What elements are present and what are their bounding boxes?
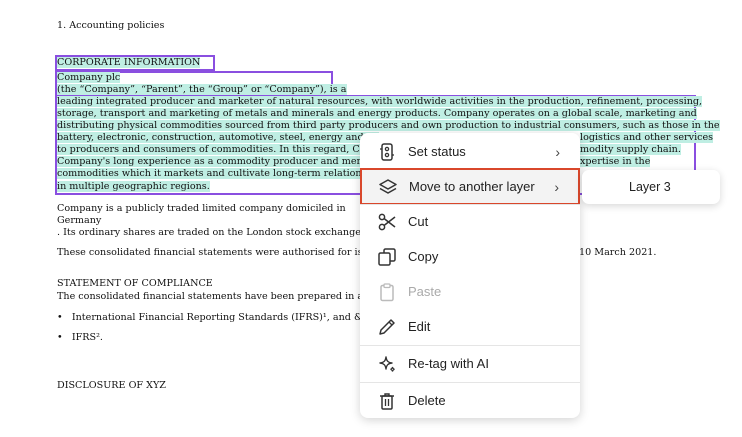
menu-item-delete[interactable]: Delete [360, 383, 580, 418]
domicile-line: . Its ordinary shares are traded on the … [57, 227, 369, 238]
paragraph-line[interactable]: distributing physical commodities source… [57, 120, 720, 132]
menu-item-label: Move to another layer [409, 179, 535, 194]
menu-item-set-status[interactable]: Set status › [360, 134, 580, 169]
menu-item-move-layer[interactable]: Move to another layer › [360, 168, 580, 205]
menu-item-copy[interactable]: Copy [360, 239, 580, 274]
menu-item-label: Paste [408, 284, 442, 299]
bullet-item: • International Financial Reporting Stan… [57, 312, 385, 323]
sparkle-icon [376, 353, 398, 375]
menu-item-paste[interactable]: Paste [360, 274, 580, 309]
paragraph-line[interactable]: storage, transport and marketing of meta… [57, 108, 697, 120]
submenu-item-layer-3[interactable]: Layer 3 [629, 180, 671, 194]
copy-icon [376, 246, 398, 268]
paragraph-line[interactable]: battery, electronic, construction, autom… [57, 132, 379, 144]
disclosure-heading: DISCLOSURE OF XYZ [57, 380, 166, 391]
scissors-icon [376, 211, 398, 233]
chevron-right-icon: › [554, 178, 559, 195]
compliance-text: The consolidated financial statements ha… [57, 291, 380, 302]
paragraph-line[interactable]: in multiple geographic regions. [57, 181, 210, 193]
menu-item-label: Cut [408, 214, 429, 229]
status-icon [376, 141, 398, 163]
company-aliases[interactable]: (the “Company”, “Parent”, the “Group” or… [57, 84, 347, 96]
layers-icon [377, 176, 399, 198]
section-heading: 1. Accounting policies [57, 20, 165, 31]
menu-item-retag-ai[interactable]: Re-tag with AI [360, 346, 580, 381]
menu-item-label: Copy [408, 249, 439, 264]
paragraph-line[interactable]: leading integrated producer and marketer… [57, 96, 703, 108]
trash-icon [376, 390, 398, 412]
domicile-line: Germany [57, 215, 102, 226]
pencil-icon [376, 316, 398, 338]
authorised-line: These consolidated financial statements … [57, 247, 380, 258]
bullet-item: • IFRS². [57, 332, 103, 343]
paragraph-tail[interactable]: modity supply chain. [580, 144, 681, 156]
corporate-heading[interactable]: CORPORATE INFORMATION [57, 57, 201, 69]
menu-item-label: Edit [408, 319, 431, 334]
layer-submenu: Layer 3 [582, 170, 720, 204]
menu-item-label: Set status [408, 144, 466, 159]
company-name[interactable]: Company plc [57, 72, 121, 84]
menu-item-edit[interactable]: Edit [360, 309, 580, 344]
context-menu: Set status › Move to another layer › Cut… [360, 133, 580, 418]
paragraph-tail[interactable]: xpertise in the [580, 156, 651, 168]
authorised-line-end: 10 March 2021. [579, 247, 657, 258]
menu-item-cut[interactable]: Cut [360, 204, 580, 239]
paragraph-line[interactable]: to producers and consumers of commoditie… [57, 144, 381, 156]
paragraph-line[interactable]: commodities which it markets and cultiva… [57, 168, 382, 180]
domicile-line: Company is a publicly traded limited com… [57, 203, 346, 214]
chevron-right-icon: › [555, 143, 560, 160]
paragraph-line[interactable]: Company's long experience as a commodity… [57, 156, 379, 168]
paragraph-tail[interactable]: logistics and other services [580, 132, 714, 144]
compliance-heading: STATEMENT OF COMPLIANCE [57, 278, 213, 289]
clipboard-icon [376, 281, 398, 303]
menu-item-label: Delete [408, 393, 446, 408]
menu-item-label: Re-tag with AI [408, 356, 489, 371]
